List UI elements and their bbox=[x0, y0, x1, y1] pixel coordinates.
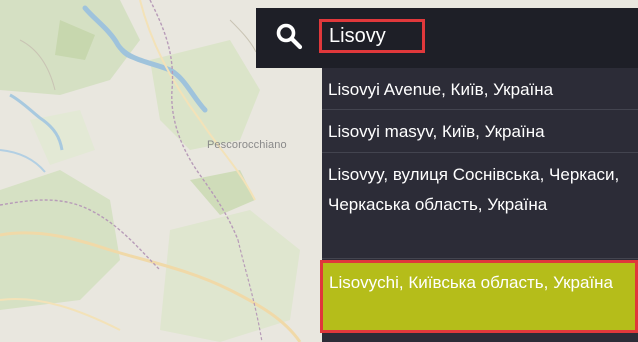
search-result-item[interactable]: Lisovyy, вулиця Соснівська, Черкаси, Чер… bbox=[322, 154, 638, 259]
search-button[interactable] bbox=[256, 8, 322, 68]
search-result-item[interactable]: Lisovyi Avenue, Київ, Україна bbox=[322, 68, 638, 110]
search-result-item[interactable]: Lisovyi masyv, Київ, Україна bbox=[322, 111, 638, 153]
search-results-dropdown: Lisovyi Avenue, Київ, Україна Lisovyi ma… bbox=[320, 68, 638, 342]
search-result-item-highlighted[interactable]: Lisovychi, Київська область, Україна bbox=[320, 260, 638, 333]
search-icon bbox=[275, 22, 303, 55]
search-input[interactable] bbox=[319, 19, 425, 53]
map-place-label: Pescorocchiano bbox=[207, 139, 287, 151]
